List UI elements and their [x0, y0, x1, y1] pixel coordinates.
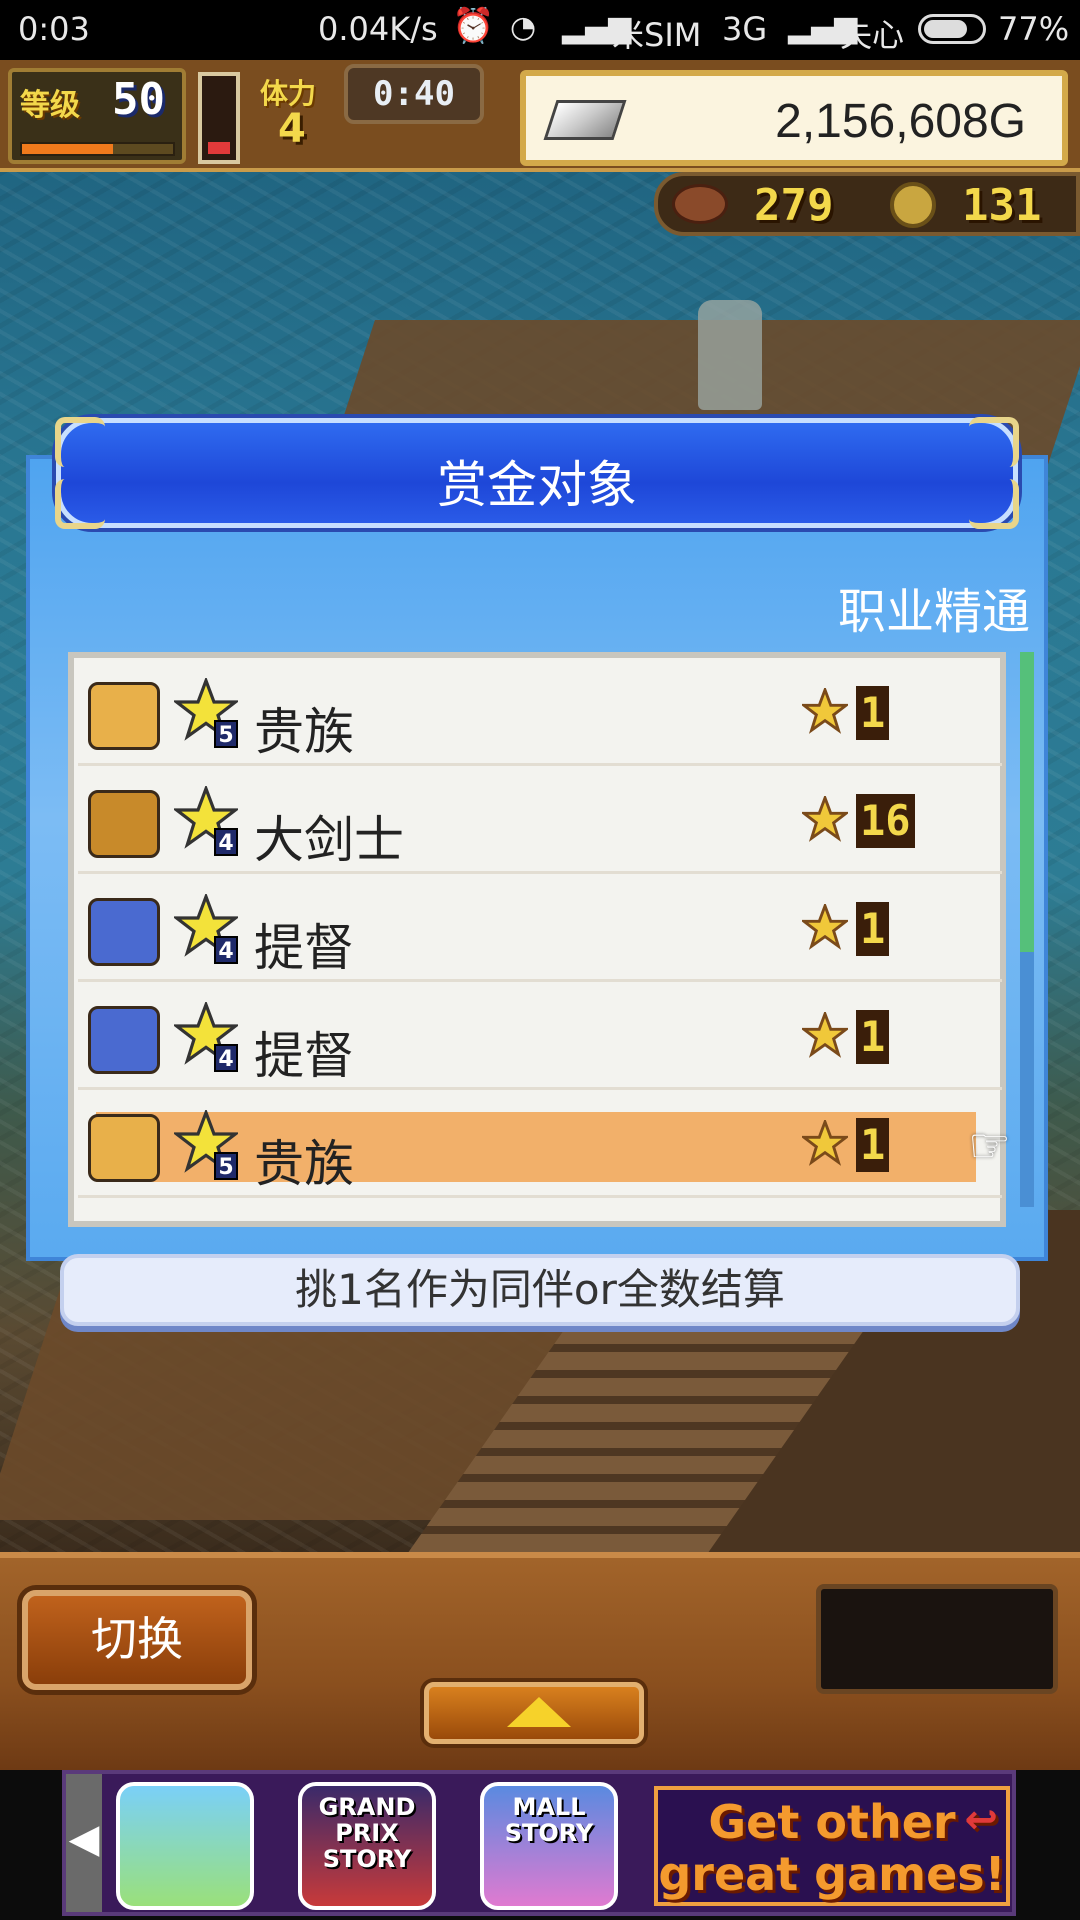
dialog-title: 赏金对象: [437, 456, 637, 514]
ad-cta-text: Get other great games!: [658, 1795, 1006, 1901]
list-item[interactable]: 4 提督 1: [78, 874, 1002, 982]
resources-panel: 279 131: [654, 172, 1080, 236]
bounty-list: 5 贵族 1 4 大剑士 16 4 提督 1 4 提督 1 5 贵族 1: [68, 652, 1006, 1227]
wifi-icon: ◔: [510, 10, 537, 45]
pointing-hand-icon: ☜: [968, 1118, 1012, 1174]
rank-number: 5: [214, 1152, 238, 1180]
bottom-toolbar: 切换: [0, 1552, 1080, 1770]
avatar: [88, 1006, 160, 1074]
silver-bar-icon: [543, 100, 627, 140]
status-time: 0:03: [18, 10, 90, 48]
rank-number: 4: [214, 936, 238, 964]
mastery-star-icon: [802, 904, 848, 950]
level-label: 等级: [20, 88, 80, 123]
hint-text: 挑1名作为同伴or全数结算: [60, 1254, 1020, 1326]
money-panel: 2,156,608G: [520, 70, 1068, 166]
mastery-star-icon: [802, 1120, 848, 1166]
game-screen: { "status_bar": { "time": "0:03", "net_s…: [0, 0, 1080, 1920]
status-bar: 0:03 0.04K/s ⏰ ◔ ▂▄▆ 米SIM 3G ▂▄▆ 失心 77%: [0, 0, 1080, 60]
kingdom-game-icon[interactable]: [116, 1782, 254, 1910]
switch-button[interactable]: 切换: [22, 1590, 252, 1690]
network-type: 3G: [722, 10, 768, 48]
stamina-value: 4: [278, 106, 306, 152]
avatar: [88, 1114, 160, 1182]
list-item-selected[interactable]: 5 贵族 1: [78, 1090, 1002, 1198]
chevron-left-icon[interactable]: ◀: [66, 1774, 102, 1912]
game-name: GRAND PRIX STORY: [318, 1793, 416, 1873]
exp-bar: [20, 142, 175, 156]
alarm-icon: ⏰: [452, 6, 495, 46]
list-item[interactable]: 5 贵族 1: [78, 658, 1002, 766]
tab-job-mastery[interactable]: 职业精通: [838, 572, 1030, 642]
list-item[interactable]: 4 提督 1: [78, 982, 1002, 1090]
job-name: 大剑士: [254, 811, 404, 869]
grand-prix-story-icon[interactable]: GRAND PRIX STORY: [298, 1782, 436, 1910]
avatar: [88, 898, 160, 966]
job-name: 提督: [254, 1027, 354, 1085]
avatar: [88, 790, 160, 858]
ad-banner[interactable]: ◀ GRAND PRIX STORY MALL STORY Get other …: [62, 1770, 1016, 1916]
top-hud: 等级 50 体力 4 0:40 2,156,608G: [0, 60, 1080, 172]
empty-slot: [816, 1584, 1058, 1694]
stamina-meter: [198, 72, 240, 164]
game-name: MALL STORY: [504, 1793, 594, 1847]
mastery-star-icon: [802, 688, 848, 734]
rank-number: 4: [214, 1044, 238, 1072]
bounty-count: 1: [856, 1010, 890, 1064]
carrier-label: 失心: [840, 16, 905, 54]
avatar: [88, 682, 160, 750]
ad-cta-button[interactable]: Get other great games! ↩: [654, 1786, 1010, 1906]
list-item[interactable]: 4 大剑士 16: [78, 766, 1002, 874]
medal-icon: [890, 182, 936, 228]
medal-count: 131: [962, 180, 1042, 231]
battery-icon: [918, 14, 986, 44]
expand-up-button[interactable]: [424, 1682, 644, 1744]
meat-icon: [672, 184, 728, 224]
money-value: 2,156,608G: [775, 95, 1026, 148]
rank-number: 4: [214, 828, 238, 856]
battery-percent: 77%: [998, 10, 1070, 48]
bounty-count: 1: [856, 902, 890, 956]
bounty-count: 16: [856, 794, 915, 848]
level-panel: 等级 50: [8, 68, 186, 164]
dialog-header: 赏金对象: [55, 417, 1019, 529]
list-scrollbar[interactable]: [1020, 652, 1034, 1207]
bounty-count: 1: [856, 686, 890, 740]
rank-number: 5: [214, 720, 238, 748]
network-speed: 0.04K/s: [318, 10, 438, 48]
level-value: 50: [112, 74, 165, 125]
job-name: 提督: [254, 919, 354, 977]
arrow-up-icon: [507, 1697, 571, 1727]
job-name: 贵族: [254, 703, 354, 761]
mall-story-icon[interactable]: MALL STORY: [480, 1782, 618, 1910]
return-arrow-icon: ↩: [964, 1797, 998, 1843]
mastery-star-icon: [802, 1012, 848, 1058]
bounty-count: 1: [856, 1118, 890, 1172]
meat-count: 279: [754, 180, 834, 231]
mastery-star-icon: [802, 796, 848, 842]
job-name: 贵族: [254, 1135, 354, 1193]
timer: 0:40: [344, 64, 484, 124]
carrier-label: 米SIM: [612, 16, 702, 54]
lamp: [698, 300, 762, 410]
